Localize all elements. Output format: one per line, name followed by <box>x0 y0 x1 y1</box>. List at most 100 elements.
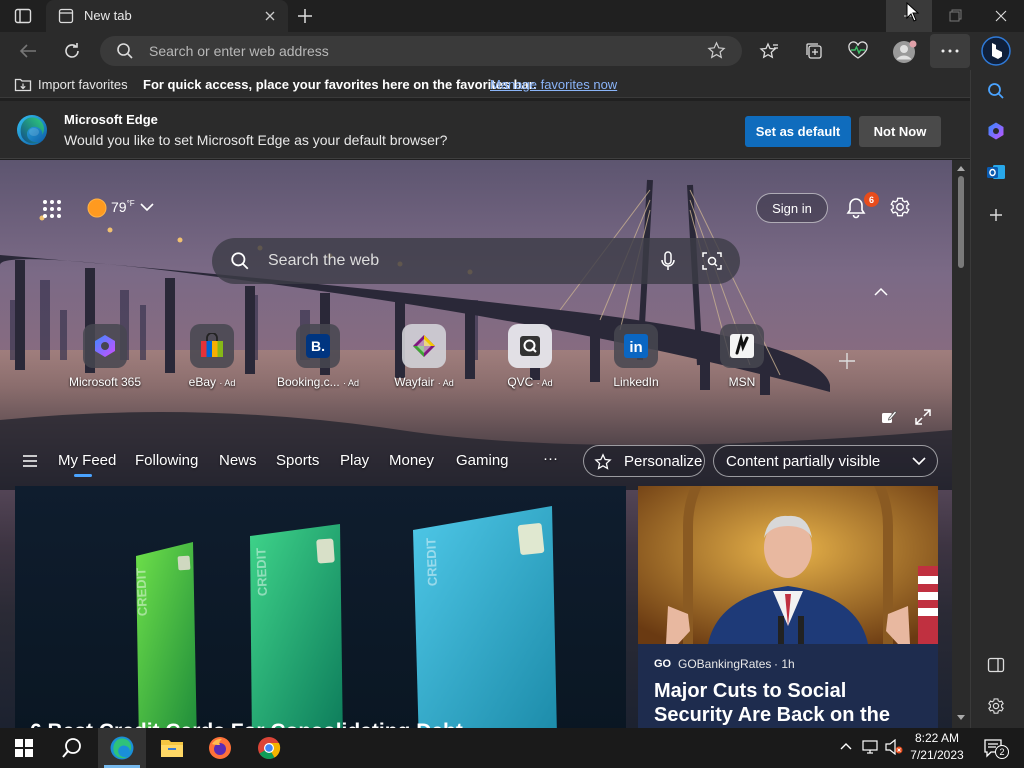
weather-chevron-down-icon[interactable] <box>140 203 154 212</box>
firefox-icon[interactable] <box>208 736 232 760</box>
clock-time: 8:22 AM <box>914 731 960 745</box>
content-visibility-value: Content partially visible <box>726 453 881 470</box>
ad-marker: · Ad <box>343 378 360 388</box>
manage-favorites-link[interactable]: Manage favorites now <box>490 77 617 92</box>
file-explorer-icon[interactable] <box>160 737 184 759</box>
tile-name: eBay <box>188 375 216 389</box>
browser-essentials-icon[interactable] <box>847 41 869 61</box>
tile-label-qvc: QVC · Ad <box>480 375 580 389</box>
favorites-icon[interactable] <box>759 41 779 61</box>
page-scrollbar[interactable] <box>952 160 970 728</box>
volume-muted-icon[interactable] <box>885 739 903 755</box>
scroll-down-icon[interactable] <box>956 714 966 722</box>
tab-new-tab[interactable] <box>46 0 288 32</box>
feed-tab-following[interactable]: Following <box>135 452 198 469</box>
feed-tab-my-feed[interactable]: My Feed <box>58 452 116 469</box>
sign-in-button[interactable]: Sign in <box>756 193 828 223</box>
clock-date: 7/21/2023 <box>910 748 964 762</box>
windows-start-icon[interactable] <box>15 739 33 757</box>
feed-more-button[interactable]: ··· <box>543 450 558 467</box>
feed-tab-play[interactable]: Play <box>340 452 369 469</box>
new-tab-plus-icon[interactable] <box>296 7 314 25</box>
sidebar-settings-gear-icon[interactable] <box>987 697 1005 715</box>
hide-sidebar-icon[interactable] <box>987 657 1005 673</box>
close-tab-icon[interactable] <box>264 10 276 22</box>
quick-link-microsoft-365[interactable] <box>83 324 127 368</box>
quick-link-msn[interactable] <box>720 324 764 368</box>
weather-sun-icon[interactable] <box>86 197 108 219</box>
feed-tab-sports[interactable]: Sports <box>276 452 319 469</box>
sidebar-search-icon[interactable] <box>987 82 1005 100</box>
taskbar-search-icon[interactable] <box>61 737 83 759</box>
expand-icon[interactable] <box>915 409 931 425</box>
taskbar-clock[interactable]: 8:22 AM 7/21/2023 <box>905 731 969 762</box>
taskbar-edge-button[interactable] <box>98 728 146 768</box>
page-settings-gear-icon[interactable] <box>889 196 911 218</box>
article-age: · 1h <box>774 657 795 671</box>
collections-icon[interactable] <box>804 41 824 61</box>
article-source: GOBankingRates <box>678 657 772 671</box>
settings-and-more-button[interactable] <box>930 34 970 68</box>
outlook-icon[interactable] <box>986 162 1006 182</box>
web-search-input[interactable]: Search the web <box>268 252 379 270</box>
not-now-button[interactable]: Not Now <box>859 116 941 147</box>
feed-menu-hamburger-icon[interactable] <box>22 455 38 467</box>
address-input-placeholder[interactable]: Search or enter web address <box>149 43 329 59</box>
collapse-chevron-up-icon[interactable] <box>874 287 888 296</box>
set-as-default-button[interactable]: Set as default <box>745 116 851 147</box>
svg-text:CREDIT: CREDIT <box>423 537 440 586</box>
bing-copilot-icon[interactable] <box>981 36 1011 66</box>
personalize-star-icon <box>594 453 612 470</box>
web-search-icon <box>230 251 250 271</box>
quick-link-ebay[interactable] <box>190 324 234 368</box>
weather-temperature[interactable]: 79°F <box>111 199 135 215</box>
visual-search-icon[interactable] <box>702 251 722 271</box>
microphone-icon[interactable] <box>660 250 676 272</box>
add-quick-link-plus-icon[interactable] <box>838 352 856 370</box>
source-logo-go: GO <box>654 658 672 670</box>
main-card-headline[interactable]: 6 Best Credit Cards For Consolidating De… <box>30 720 463 728</box>
quick-link-wayfair[interactable] <box>402 324 446 368</box>
sidebar-add-icon[interactable] <box>988 207 1004 223</box>
tab-actions-icon[interactable] <box>14 8 32 24</box>
import-favorites-button[interactable]: Import favorites <box>38 77 128 92</box>
svg-text:CREDIT: CREDIT <box>253 547 270 596</box>
active-tab-indicator <box>74 474 92 477</box>
taskbar-edge-icon <box>110 736 134 760</box>
scrollbar-thumb[interactable] <box>958 176 964 268</box>
scroll-up-icon[interactable] <box>956 164 966 172</box>
apps-grid-icon[interactable] <box>42 199 62 219</box>
tile-name: Wayfair <box>394 375 435 389</box>
restore-button[interactable] <box>932 0 978 32</box>
personalize-button[interactable]: Personalize <box>583 445 705 477</box>
search-icon <box>116 42 134 60</box>
feed-tab-news[interactable]: News <box>219 452 257 469</box>
import-favorites-icon[interactable] <box>14 76 32 92</box>
quick-link-qvc[interactable] <box>508 324 552 368</box>
tile-label-wayfair: Wayfair · Ad <box>374 375 474 389</box>
quick-link-linkedin[interactable]: in <box>614 324 658 368</box>
network-icon[interactable] <box>862 740 880 754</box>
svg-text:B.: B. <box>311 338 325 354</box>
action-center-badge: 2 <box>995 745 1009 759</box>
quick-link-booking[interactable]: B. <box>296 324 340 368</box>
svg-text:CREDIT: CREDIT <box>133 567 150 616</box>
profile-avatar-icon[interactable] <box>892 39 918 65</box>
back-arrow-icon[interactable] <box>18 42 38 60</box>
copilot-sidebar-icon[interactable] <box>986 121 1006 141</box>
feed-tab-money[interactable]: Money <box>389 452 434 469</box>
ad-marker: · Ad <box>219 378 236 388</box>
show-hidden-icons-chevron-icon[interactable] <box>840 742 852 750</box>
content-visibility-dropdown[interactable]: Content partially visible <box>713 445 938 477</box>
close-window-button[interactable] <box>978 0 1024 32</box>
chrome-icon[interactable] <box>257 736 281 760</box>
personalize-label: Personalize <box>624 453 703 470</box>
edit-background-icon[interactable] <box>881 409 897 425</box>
favorite-star-icon[interactable] <box>707 41 726 60</box>
feed-tab-gaming[interactable]: Gaming <box>456 452 509 469</box>
side-card-headline[interactable]: Major Cuts to Social Security Are Back o… <box>654 679 929 728</box>
feed-card-main[interactable]: CREDIT CREDIT CREDIT 6 Best Credit Cards… <box>15 486 626 728</box>
feed-card-side[interactable]: GO GOBankingRates · 1h Major Cuts to Soc… <box>638 486 938 728</box>
news-photo-image <box>638 486 938 644</box>
refresh-icon[interactable] <box>62 41 82 61</box>
